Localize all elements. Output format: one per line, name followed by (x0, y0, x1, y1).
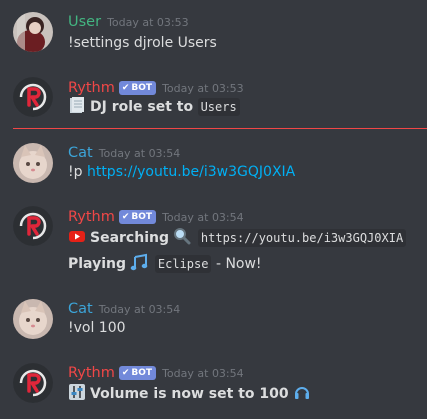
avatar[interactable] (13, 363, 53, 403)
message-bold-text: Searching (90, 230, 169, 246)
youtube-link[interactable]: https://youtu.be/i3w3GQJ0XIA (87, 164, 295, 180)
avatar[interactable] (13, 12, 53, 52)
message-header: Cat Today at 03:54 (68, 299, 180, 319)
check-icon: ✔ (121, 368, 130, 378)
message-content: Searching https://youtu.be/i3w3GQJ0XIA (68, 227, 407, 249)
code-inline: Users (197, 98, 240, 116)
author-name[interactable]: User (68, 14, 101, 30)
check-icon: ✔ (121, 83, 130, 93)
author-name[interactable]: Cat (68, 301, 93, 317)
message-text: !p (68, 164, 83, 180)
magnifier-icon (173, 227, 191, 245)
message-header: Rythm ✔ BOT Today at 03:54 (68, 363, 244, 383)
message-bold-text: Volume is now set to 100 (90, 386, 289, 402)
message-content: Volume is now set to 100 (68, 383, 315, 405)
author-name[interactable]: Cat (68, 145, 93, 161)
message-text: !settings djrole Users (68, 35, 217, 51)
code-inline: Eclipse (154, 255, 212, 273)
message-content: Playing Eclipse - Now! (68, 253, 262, 275)
bot-badge: ✔ BOT (118, 81, 157, 95)
youtube-icon (68, 227, 86, 245)
avatar[interactable] (13, 299, 53, 339)
timestamp: Today at 03:54 (162, 367, 244, 380)
chat-log: User Today at 03:53 !settings djrole User… (0, 0, 427, 419)
message-content: !settings djrole Users (68, 32, 217, 54)
message-header: User Today at 03:53 (68, 12, 189, 32)
author-name[interactable]: Rythm (68, 80, 115, 96)
avatar[interactable] (13, 143, 53, 183)
timestamp: Today at 03:53 (107, 16, 189, 29)
message-content: !p https://youtu.be/i3w3GQJ0XIA (68, 161, 295, 183)
bot-badge: ✔ BOT (118, 210, 157, 224)
message-header: Cat Today at 03:54 (68, 143, 180, 163)
new-messages-divider (13, 128, 427, 129)
avatar[interactable] (13, 77, 53, 117)
message-header: Rythm ✔ BOT Today at 03:54 (68, 207, 244, 227)
message-text: !vol 100 (68, 320, 126, 336)
message-text: - Now! (215, 256, 262, 272)
message-content: DJ role set to Users (68, 96, 240, 118)
author-name[interactable]: Rythm (68, 209, 115, 225)
timestamp: Today at 03:54 (162, 211, 244, 224)
headphones-icon (293, 383, 311, 401)
timestamp: Today at 03:53 (162, 82, 244, 95)
message-bold-text: DJ role set to (90, 99, 194, 115)
message-content: !vol 100 (68, 317, 126, 339)
notes-icon (130, 253, 148, 271)
message-bold-text: Playing (68, 256, 126, 272)
timestamp: Today at 03:54 (98, 303, 181, 316)
mixer-icon (68, 383, 86, 401)
avatar[interactable] (13, 206, 53, 246)
page-icon (68, 96, 86, 114)
author-name[interactable]: Rythm (68, 365, 115, 381)
message-header: Rythm ✔ BOT Today at 03:53 (68, 78, 244, 98)
bot-badge: ✔ BOT (118, 366, 157, 380)
check-icon: ✔ (121, 212, 130, 222)
code-inline: https://youtu.be/i3w3GQJ0XIA (197, 229, 407, 247)
timestamp: Today at 03:54 (98, 147, 181, 160)
